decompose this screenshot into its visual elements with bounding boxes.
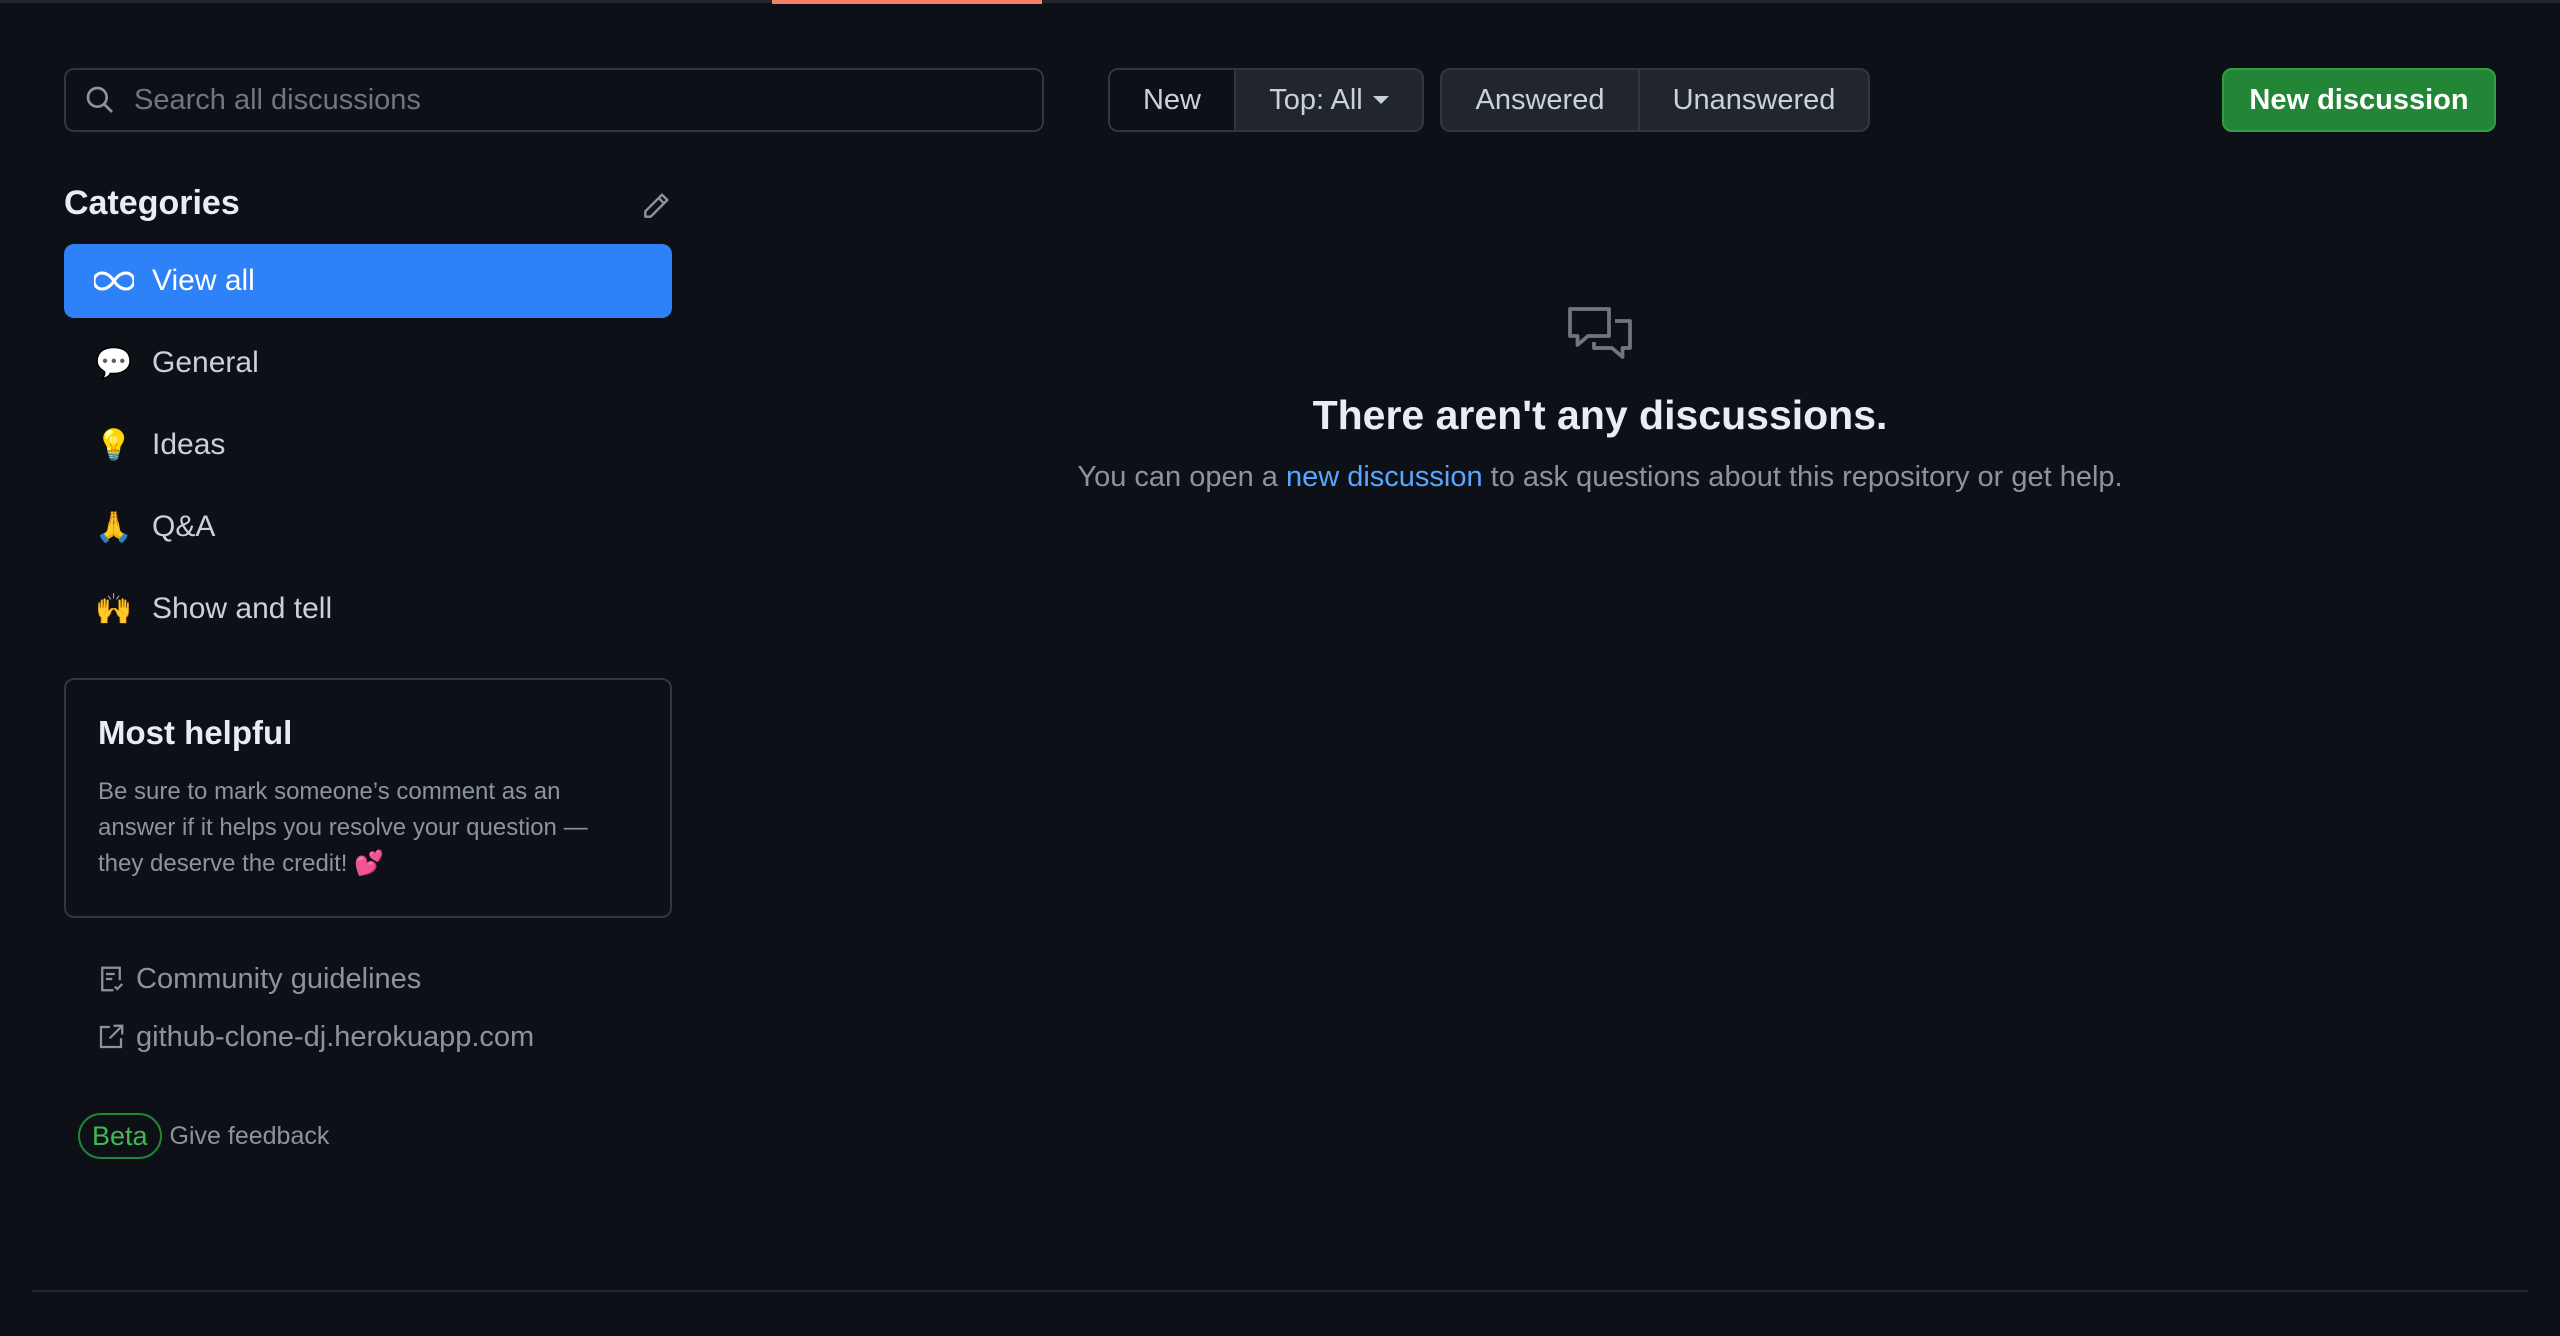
filter-answered-button[interactable]: Answered	[1442, 70, 1638, 130]
category-ideas[interactable]: 💡 Ideas	[64, 408, 672, 482]
link-label: github-clone-dj.herokuapp.com	[136, 1020, 535, 1053]
category-qa[interactable]: 🙏 Q&A	[64, 490, 672, 564]
most-helpful-title: Most helpful	[98, 714, 293, 751]
sort-top-label: Top: All	[1269, 83, 1363, 116]
category-label: Ideas	[152, 428, 226, 461]
caret-down-icon	[1372, 96, 1389, 104]
search-icon	[86, 86, 113, 113]
comment-discussion-icon	[1568, 307, 1632, 359]
new-discussion-link[interactable]: new discussion	[1286, 461, 1483, 493]
homepage-link[interactable]: github-clone-dj.herokuapp.com	[96, 1018, 534, 1056]
category-label: General	[152, 346, 259, 379]
filter-answered-label: Answered	[1475, 83, 1605, 116]
sidebar-links: Community guidelines github-clone-dj.her…	[96, 960, 534, 1076]
category-show-and-tell[interactable]: 🙌 Show and tell	[64, 572, 672, 646]
checklist-icon	[101, 966, 124, 992]
category-general[interactable]: 💬 General	[64, 326, 672, 400]
external-link-icon	[99, 1024, 124, 1049]
light-bulb-icon: 💡	[95, 428, 133, 462]
folded-hands-icon: 🙏	[95, 510, 133, 544]
new-discussion-button[interactable]: New discussion	[2222, 68, 2496, 132]
sort-new-label: New	[1142, 83, 1201, 116]
empty-text-after: to ask questions about this repository o…	[1482, 461, 2123, 493]
most-helpful-body: Be sure to mark someone’s comment as an …	[98, 778, 588, 877]
search-box[interactable]	[64, 68, 1044, 132]
filter-unanswered-button[interactable]: Unanswered	[1638, 70, 1868, 130]
feedback-row: Beta Give feedback	[78, 1113, 329, 1159]
category-list: View all 💬 General 💡 Ideas 🙏 Q&A 🙌 Show …	[64, 244, 672, 654]
pencil-icon[interactable]	[640, 190, 672, 222]
active-tab-underline	[772, 0, 1042, 4]
empty-text-before: You can open a	[1077, 461, 1286, 493]
footer-divider	[32, 1290, 2528, 1292]
speech-bubble-icon: 💬	[95, 346, 133, 380]
search-input[interactable]	[132, 82, 1042, 118]
category-label: Q&A	[152, 510, 216, 543]
link-label: Community guidelines	[136, 962, 422, 995]
community-guidelines-link[interactable]: Community guidelines	[96, 960, 534, 998]
empty-state: There aren't any discussions. You can op…	[672, 300, 2528, 494]
beta-badge: Beta	[78, 1113, 162, 1159]
infinity-icon	[94, 261, 134, 301]
give-feedback-link[interactable]: Give feedback	[170, 1122, 330, 1151]
sort-top-dropdown[interactable]: Top: All	[1234, 70, 1422, 130]
empty-state-text: You can open a new discussion to ask que…	[672, 461, 2528, 494]
answer-filter-group: Answered Unanswered	[1440, 68, 1870, 132]
new-discussion-label: New discussion	[2249, 83, 2469, 116]
sort-button-group: New Top: All	[1108, 68, 1424, 132]
most-helpful-panel: Most helpful Be sure to mark someone’s c…	[64, 678, 672, 918]
category-label: View all	[152, 264, 255, 297]
category-label: Show and tell	[152, 592, 333, 625]
category-view-all[interactable]: View all	[64, 244, 672, 318]
raised-hands-icon: 🙌	[95, 592, 133, 626]
sort-new-button[interactable]: New	[1110, 70, 1234, 130]
categories-heading: Categories	[64, 184, 240, 222]
empty-state-heading: There aren't any discussions.	[1312, 392, 1888, 438]
filter-unanswered-label: Unanswered	[1672, 83, 1836, 116]
top-border	[0, 0, 2560, 3]
